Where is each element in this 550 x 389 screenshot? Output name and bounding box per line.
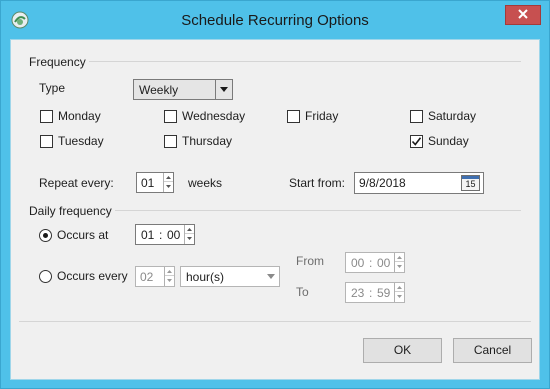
calendar-day: 15 <box>465 179 476 189</box>
from-hour[interactable]: 00 <box>351 256 364 270</box>
occurs-every-unit-value: hour(s) <box>186 270 225 284</box>
checkbox-saturday[interactable] <box>410 110 423 123</box>
footer-divider <box>19 321 531 322</box>
checkbox-friday[interactable] <box>287 110 300 123</box>
daily-frequency-group-label: Daily frequency <box>29 204 112 218</box>
type-select-value: Weekly <box>139 83 179 97</box>
occurs-every-radio[interactable] <box>39 270 52 283</box>
spin-up-icon[interactable] <box>164 173 173 182</box>
chevron-down-icon[interactable] <box>262 267 279 286</box>
checkbox-monday[interactable] <box>40 110 53 123</box>
start-date-field[interactable]: 9/8/2018 15 <box>354 172 484 194</box>
calendar-icon[interactable]: 15 <box>461 175 480 191</box>
start-from-label: Start from: <box>289 176 346 190</box>
occurs-at-time-field[interactable]: 01 : 00 <box>135 224 195 245</box>
spin-up-icon[interactable] <box>395 283 404 292</box>
occurs-at-radio[interactable] <box>39 229 52 242</box>
checkbox-friday-label: Friday <box>305 109 339 123</box>
to-label: To <box>296 285 309 299</box>
dialog-window: Schedule Recurring Options Frequency Typ… <box>0 0 550 389</box>
close-icon <box>518 8 528 22</box>
occurs-every-stepper[interactable]: 02 <box>135 266 175 287</box>
frequency-group-label: Frequency <box>29 55 86 69</box>
checkbox-tuesday[interactable] <box>40 135 53 148</box>
type-select[interactable]: Weekly <box>133 79 233 100</box>
occurs-every-unit-select[interactable]: hour(s) <box>180 266 280 287</box>
occurs-at-separator: : <box>159 228 163 242</box>
occurs-at-spin[interactable] <box>184 225 194 244</box>
chevron-down-icon[interactable] <box>215 80 232 99</box>
repeat-every-stepper[interactable]: 01 <box>136 172 174 193</box>
occurs-at-hour[interactable]: 01 <box>141 228 154 242</box>
checkbox-wednesday-label: Wednesday <box>182 109 246 123</box>
frequency-divider <box>89 61 521 62</box>
spin-down-icon[interactable] <box>395 292 404 301</box>
occurs-every-value: 02 <box>140 270 154 284</box>
to-spin[interactable] <box>394 283 404 302</box>
repeat-every-value: 01 <box>141 176 155 190</box>
occurs-at-label: Occurs at <box>57 228 109 242</box>
cancel-button[interactable]: Cancel <box>453 338 532 363</box>
from-separator: : <box>369 256 373 270</box>
checkbox-wednesday[interactable] <box>164 110 177 123</box>
repeat-every-spin[interactable] <box>163 173 173 192</box>
close-button[interactable] <box>505 5 541 25</box>
spin-up-icon[interactable] <box>165 267 174 276</box>
spin-up-icon[interactable] <box>395 253 404 262</box>
ok-button[interactable]: OK <box>363 338 442 363</box>
from-minute[interactable]: 00 <box>377 256 390 270</box>
spin-down-icon[interactable] <box>185 234 194 243</box>
checkbox-thursday[interactable] <box>164 135 177 148</box>
checkbox-sunday[interactable] <box>410 135 423 148</box>
dialog-title: Schedule Recurring Options <box>181 12 369 29</box>
checkbox-monday-label: Monday <box>58 109 101 123</box>
from-label: From <box>296 254 324 268</box>
to-time-field[interactable]: 23 : 59 <box>345 282 405 303</box>
to-hour[interactable]: 23 <box>351 286 364 300</box>
type-label: Type <box>39 81 66 95</box>
checkmark-icon <box>411 137 422 146</box>
spin-down-icon[interactable] <box>164 182 173 191</box>
daily-frequency-divider <box>115 210 521 211</box>
from-spin[interactable] <box>394 253 404 272</box>
checkbox-thursday-label: Thursday <box>182 134 233 148</box>
start-date-value: 9/8/2018 <box>359 176 406 190</box>
occurs-at-minute[interactable]: 00 <box>167 228 180 242</box>
checkbox-tuesday-label: Tuesday <box>58 134 104 148</box>
occurs-every-spin[interactable] <box>164 267 174 286</box>
occurs-every-label: Occurs every <box>57 269 128 283</box>
to-separator: : <box>369 286 373 300</box>
spin-up-icon[interactable] <box>185 225 194 234</box>
repeat-unit-label: weeks <box>188 176 223 190</box>
spin-down-icon[interactable] <box>395 262 404 271</box>
checkbox-sunday-label: Sunday <box>428 134 469 148</box>
title-bar[interactable]: Schedule Recurring Options <box>1 1 549 39</box>
repeat-every-label: Repeat every: <box>39 176 114 190</box>
from-time-field[interactable]: 00 : 00 <box>345 252 405 273</box>
spin-down-icon[interactable] <box>165 276 174 285</box>
to-minute[interactable]: 59 <box>377 286 390 300</box>
dialog-body: Frequency Type Weekly Monday Wednesday F… <box>10 39 540 380</box>
checkbox-saturday-label: Saturday <box>428 109 477 123</box>
radio-selected-dot <box>43 233 48 238</box>
